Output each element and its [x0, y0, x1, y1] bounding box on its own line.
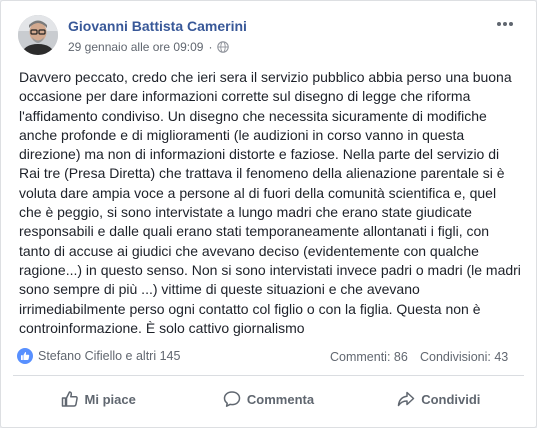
- share-button[interactable]: Condividi: [354, 381, 524, 417]
- author-name[interactable]: Giovanni Battista Camerini: [68, 18, 247, 34]
- post-meta: 29 gennaio alle ore 09:09 ·: [68, 40, 230, 54]
- post-date[interactable]: 29 gennaio alle ore 09:09: [68, 40, 203, 54]
- likes-summary[interactable]: Stefano Cifiello e altri 145: [17, 348, 180, 364]
- post-actions: Mi piace Commenta Condividi: [13, 381, 524, 417]
- actions-divider: [13, 375, 524, 376]
- meta-separator: ·: [208, 40, 213, 54]
- avatar-photo: [18, 15, 58, 55]
- thumbs-up-icon: [61, 391, 78, 407]
- post-card: Giovanni Battista Camerini 29 gennaio al…: [0, 0, 537, 428]
- comment-icon: [223, 391, 241, 407]
- share-button-label: Condividi: [421, 391, 481, 407]
- shares-count[interactable]: Condivisioni: 43: [420, 350, 508, 364]
- like-reaction-icon: [17, 348, 33, 364]
- share-arrow-icon: [397, 391, 415, 407]
- reaction-stats: Stefano Cifiello e altri 145 Commenti: 8…: [17, 348, 517, 368]
- globe-icon[interactable]: [217, 41, 230, 53]
- like-button-label: Mi piace: [84, 391, 136, 407]
- avatar[interactable]: [18, 15, 58, 55]
- likes-text: Stefano Cifiello e altri 145: [38, 349, 181, 363]
- more-options-icon[interactable]: [496, 17, 514, 31]
- like-button[interactable]: Mi piace: [13, 381, 183, 417]
- comments-count[interactable]: Commenti: 86: [330, 350, 408, 364]
- post-text: Davvero peccato, credo che ieri sera il …: [19, 69, 521, 336]
- comment-button-label: Commenta: [246, 391, 315, 407]
- comment-button[interactable]: Commenta: [183, 381, 353, 417]
